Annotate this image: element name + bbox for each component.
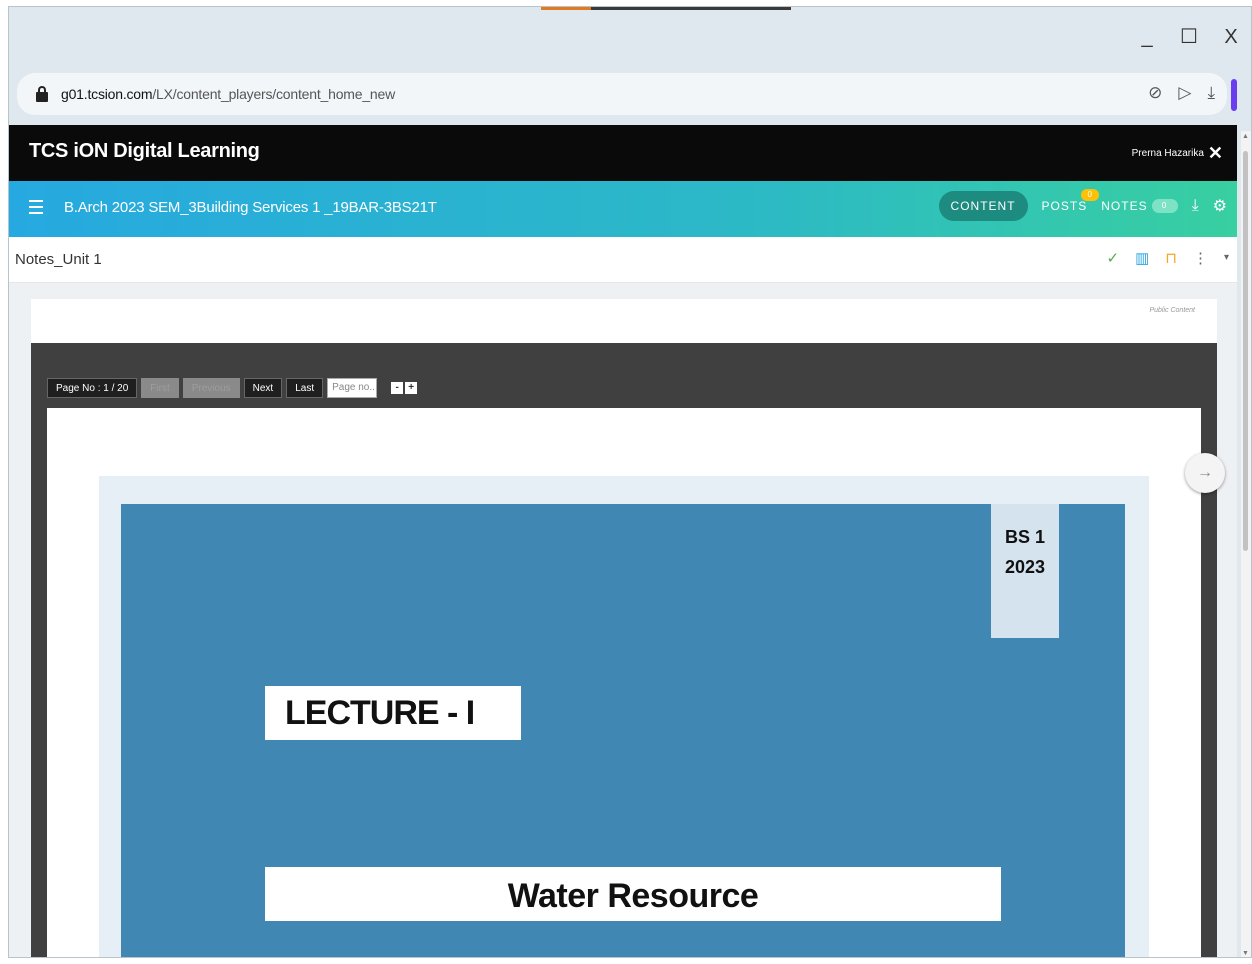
posts-label: POSTS [1041,199,1088,213]
user-menu[interactable]: Prerna Hazarika ✕ [1131,144,1223,162]
zoom-controls: - + [391,382,418,394]
gear-icon[interactable]: ⚙ [1213,196,1227,216]
document-page: BS 1 2023 LECTURE - I Water Resource [47,408,1201,957]
url-text[interactable]: g01.tcsion.com/LX/content_players/conten… [61,86,395,102]
download-icon[interactable]: ⤓ [1207,83,1215,103]
shield-check-icon[interactable]: ⊘ [1148,83,1162,103]
send-icon[interactable]: ▷ [1178,83,1191,103]
minimize-button[interactable]: _ [1137,25,1157,49]
course-title: B.Arch 2023 SEM_3Building Services 1 _19… [64,199,437,216]
lecture-box: LECTURE - I [265,686,521,740]
document-viewer: Page No : 1 / 20 First Previous Next Las… [31,343,1217,957]
viewer-area: Public Content Page No : 1 / 20 First Pr… [9,283,1237,957]
public-content-bar: Public Content [31,299,1217,343]
close-icon[interactable]: ✕ [1208,144,1223,162]
slide: BS 1 2023 LECTURE - I Water Resource [121,504,1125,957]
bookmark-icon[interactable]: ⊓ [1165,249,1177,267]
web-page: TCS iON Digital Learning Prerna Hazarika… [9,125,1237,957]
previous-page-button[interactable]: Previous [182,378,240,398]
maximize-button[interactable]: ☐ [1179,25,1199,49]
window-controls: _ ☐ X [1137,25,1241,49]
course-tag-line2: 2023 [1004,557,1046,577]
notes-count-badge: 0 [1151,199,1178,213]
address-bar[interactable]: g01.tcsion.com/LX/content_players/conten… [17,73,1227,115]
course-tag: BS 1 2023 [991,504,1059,638]
check-circle-icon[interactable]: ✓ [1106,249,1119,267]
page-number-input[interactable]: Page no.. [327,378,378,398]
notes-label: NOTES [1101,199,1148,213]
page-scrollbar[interactable]: ▲ ▼ [1241,131,1251,957]
content-actions: ✓ ▥ ⊓ ⋮ ▾ [1106,249,1229,267]
menu-icon[interactable] [29,200,43,216]
scroll-down-icon[interactable]: ▼ [1242,950,1249,957]
url-path: /LX/content_players/content_home_new [152,86,395,102]
chevron-down-icon[interactable]: ▾ [1224,249,1229,267]
pager-toolbar: Page No : 1 / 20 First Previous Next Las… [47,378,418,398]
user-name: Prerna Hazarika [1131,147,1204,159]
url-domain: g01.tcsion.com [61,86,153,102]
scrollbar-thumb[interactable] [1243,151,1248,551]
tab-accent [541,7,591,10]
sidebar-accent-icon[interactable] [1231,79,1237,111]
first-page-button[interactable]: First [141,378,179,398]
tab-content[interactable]: CONTENT [938,191,1028,221]
tab-posts[interactable]: POSTS 0 [1041,189,1100,213]
last-page-button[interactable]: Last [286,378,324,398]
download-icon[interactable]: ⤓ [1192,197,1199,215]
brand-title: TCS iON Digital Learning [29,140,260,162]
subject-box: Water Resource [265,867,1001,921]
content-header: Notes_Unit 1 ✓ ▥ ⊓ ⋮ ▾ [9,237,1237,283]
slide-frame: BS 1 2023 LECTURE - I Water Resource [99,476,1149,957]
browser-window: _ ☐ X g01.tcsion.com/LX/content_players/… [8,6,1252,958]
title-bar: _ ☐ X [9,7,1251,69]
close-window-button[interactable]: X [1221,25,1241,49]
tab-notes[interactable]: NOTES 0 [1101,199,1178,213]
course-nav: CONTENT POSTS 0 NOTES 0 ⤓ ⚙ [938,189,1227,221]
more-options-icon[interactable]: ⋮ [1193,249,1208,267]
scroll-up-icon[interactable]: ▲ [1242,133,1249,140]
book-icon[interactable]: ▥ [1135,249,1149,267]
content-title: Notes_Unit 1 [15,251,102,268]
zoom-in-button[interactable]: + [405,382,418,394]
next-arrow-icon[interactable]: → [1185,453,1225,493]
app-header: TCS iON Digital Learning Prerna Hazarika… [9,125,1237,181]
address-bar-icons: ⊘ ▷ ⤓ [1148,83,1215,103]
subject-title: Water Resource [507,877,759,915]
course-tag-line1: BS 1 [1004,527,1046,547]
zoom-out-button[interactable]: - [391,382,404,394]
page-number-label: Page No : 1 / 20 [47,378,138,398]
next-page-button[interactable]: Next [243,378,283,398]
course-bar: B.Arch 2023 SEM_3Building Services 1 _19… [9,181,1237,237]
public-content-label: Public Content [1149,307,1195,314]
active-tab-indicator[interactable] [541,7,791,10]
lecture-title: LECTURE - I [285,694,475,732]
lock-icon[interactable] [35,86,49,102]
posts-badge: 0 [1081,189,1100,201]
